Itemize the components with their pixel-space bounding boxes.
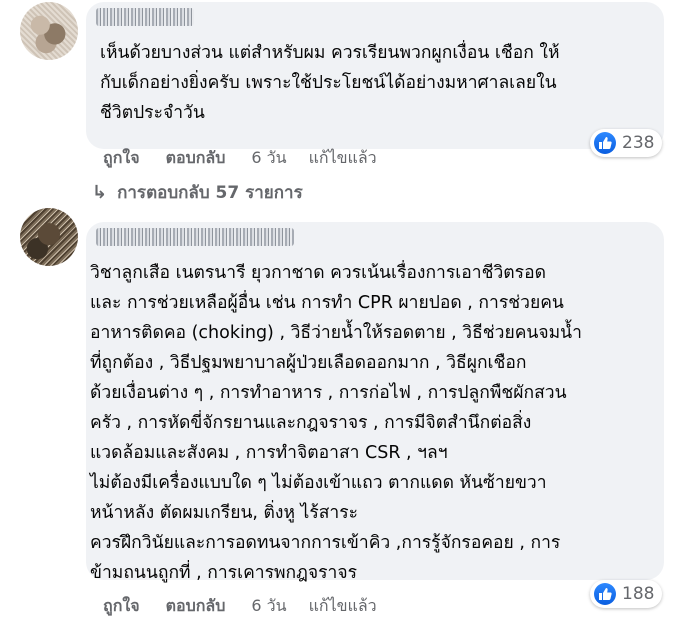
thumbs-up-icon — [594, 583, 616, 605]
edited-label[interactable]: แก้ไขแล้ว — [309, 146, 377, 171]
thumbs-up-icon — [594, 132, 616, 154]
author-name-redacted[interactable] — [96, 228, 294, 246]
reaction-count: 238 — [622, 133, 655, 153]
view-replies-link[interactable]: ↳ การตอบกลับ 57 รายการ — [92, 179, 303, 206]
reaction-summary[interactable]: 238 — [590, 129, 663, 157]
reaction-count: 188 — [622, 584, 655, 604]
like-button[interactable]: ถูกใจ — [103, 594, 140, 619]
like-button[interactable]: ถูกใจ — [103, 146, 140, 171]
comment-text: วิชาลูกเสือ เนตรนารี ยุวกาชาด ควรเน้นเรื… — [90, 263, 582, 583]
replies-count-label: การตอบกลับ 57 รายการ — [117, 183, 303, 203]
avatar[interactable] — [20, 208, 78, 266]
reply-button[interactable]: ตอบกลับ — [166, 594, 226, 619]
timestamp[interactable]: 6 วัน — [251, 146, 286, 171]
avatar[interactable] — [20, 2, 78, 60]
comment-actions: ถูกใจ ตอบกลับ 6 วัน แก้ไขแล้ว — [103, 594, 403, 619]
author-name-redacted[interactable] — [96, 8, 194, 26]
reply-button[interactable]: ตอบกลับ — [166, 146, 226, 171]
comment-actions: ถูกใจ ตอบกลับ 6 วัน แก้ไขแล้ว — [103, 146, 403, 171]
edited-label[interactable]: แก้ไขแล้ว — [309, 594, 377, 619]
timestamp[interactable]: 6 วัน — [251, 594, 286, 619]
comment-text: เห็นด้วยบางส่วน แต่สำหรับผม ควรเรียนพวกผ… — [100, 43, 560, 123]
reply-arrow-icon: ↳ — [92, 182, 108, 203]
reaction-summary[interactable]: 188 — [590, 580, 663, 608]
